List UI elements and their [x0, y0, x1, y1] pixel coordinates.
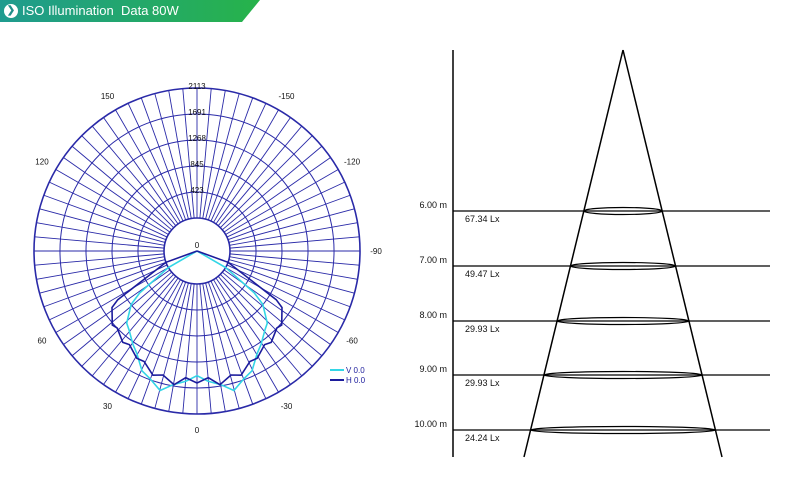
polar-spoke: [39, 208, 166, 243]
angle-label: -90: [370, 247, 382, 256]
height-label: 6.00 m: [419, 200, 447, 210]
radial-label: 423: [190, 186, 204, 195]
lux-label: 67.34 Lx: [465, 214, 500, 224]
lux-label: 49.47 Lx: [465, 269, 500, 279]
banner-title: ISO Illumination Data: [22, 3, 149, 18]
polar-spoke: [63, 157, 171, 233]
cone-rows: 6.00 m 67.34 Lx 7.00 m 49.47 Lx 8.00 m 29.93 …: [414, 200, 770, 443]
polar-spoke: [226, 181, 345, 238]
polar-spoke: [49, 264, 168, 321]
polar-spoke: [36, 256, 165, 280]
height-label: 7.00 m: [419, 255, 447, 265]
polar-spoke: [168, 283, 192, 412]
polar-spoke: [199, 283, 212, 414]
polar-spoke: [223, 157, 331, 233]
polar-spoke: [127, 103, 184, 222]
polar-spoke: [229, 256, 358, 280]
polar-spoke: [154, 93, 189, 220]
angle-label: 120: [35, 158, 49, 167]
angle-label: 150: [101, 92, 115, 101]
chevron-right-icon: ❯: [4, 4, 18, 18]
height-label: 10.00 m: [414, 419, 447, 429]
polar-spoke: [202, 283, 226, 412]
polar-spoke: [49, 181, 168, 238]
lux-label: 29.93 Lx: [465, 378, 500, 388]
cone-left-edge: [523, 49, 624, 458]
polar-spoke: [34, 236, 165, 249]
legend-v-label: V 0.0: [346, 366, 365, 375]
polar-spoke: [205, 93, 240, 220]
radial-label: 0: [195, 241, 200, 250]
polar-intensity-diagram: 2113 1691 1268 845 423 0 -150 150 -120 120 -90 -60 6…: [33, 82, 382, 435]
polar-spoke: [103, 117, 179, 225]
polar-spoke: [182, 283, 195, 414]
height-label: 8.00 m: [419, 310, 447, 320]
legend-h-label: H 0.0: [346, 376, 366, 385]
radial-label: 2113: [188, 82, 206, 91]
angle-label: 0: [195, 426, 200, 435]
polar-spoke: [229, 222, 358, 246]
polar-spoke: [226, 264, 345, 321]
polar-spoke: [210, 103, 267, 222]
radial-label: 1268: [188, 134, 206, 143]
polar-spoke: [39, 259, 166, 294]
cone-right-edge: [622, 49, 723, 458]
polar-spoke: [215, 117, 291, 225]
polar-spoke: [228, 259, 355, 294]
legend: V 0.0 H 0.0: [330, 366, 366, 385]
angle-label: 60: [38, 337, 47, 346]
radial-label: 845: [190, 160, 204, 169]
height-label: 9.00 m: [419, 364, 447, 374]
angle-label: -30: [281, 402, 293, 411]
polar-spoke: [228, 208, 355, 243]
polar-spoke: [34, 253, 165, 266]
illumination-cone-diagram: 6.00 m 67.34 Lx 7.00 m 49.47 Lx 8.00 m 29.93 …: [414, 49, 770, 458]
angle-label: -120: [344, 158, 361, 167]
lux-label: 29.93 Lx: [465, 324, 500, 334]
polar-spoke: [229, 236, 360, 249]
angle-label: -60: [346, 337, 358, 346]
lux-label: 24.24 Lx: [465, 433, 500, 443]
angle-label: 30: [103, 402, 112, 411]
title-banner: ❯ ISO Illumination Data 80W: [0, 0, 260, 22]
polar-spoke: [229, 253, 360, 266]
angle-label: -150: [278, 92, 295, 101]
radial-label: 1691: [188, 108, 206, 117]
banner-power: 80W: [152, 3, 179, 18]
polar-spoke: [36, 222, 165, 246]
polar-spoke: [202, 90, 226, 219]
